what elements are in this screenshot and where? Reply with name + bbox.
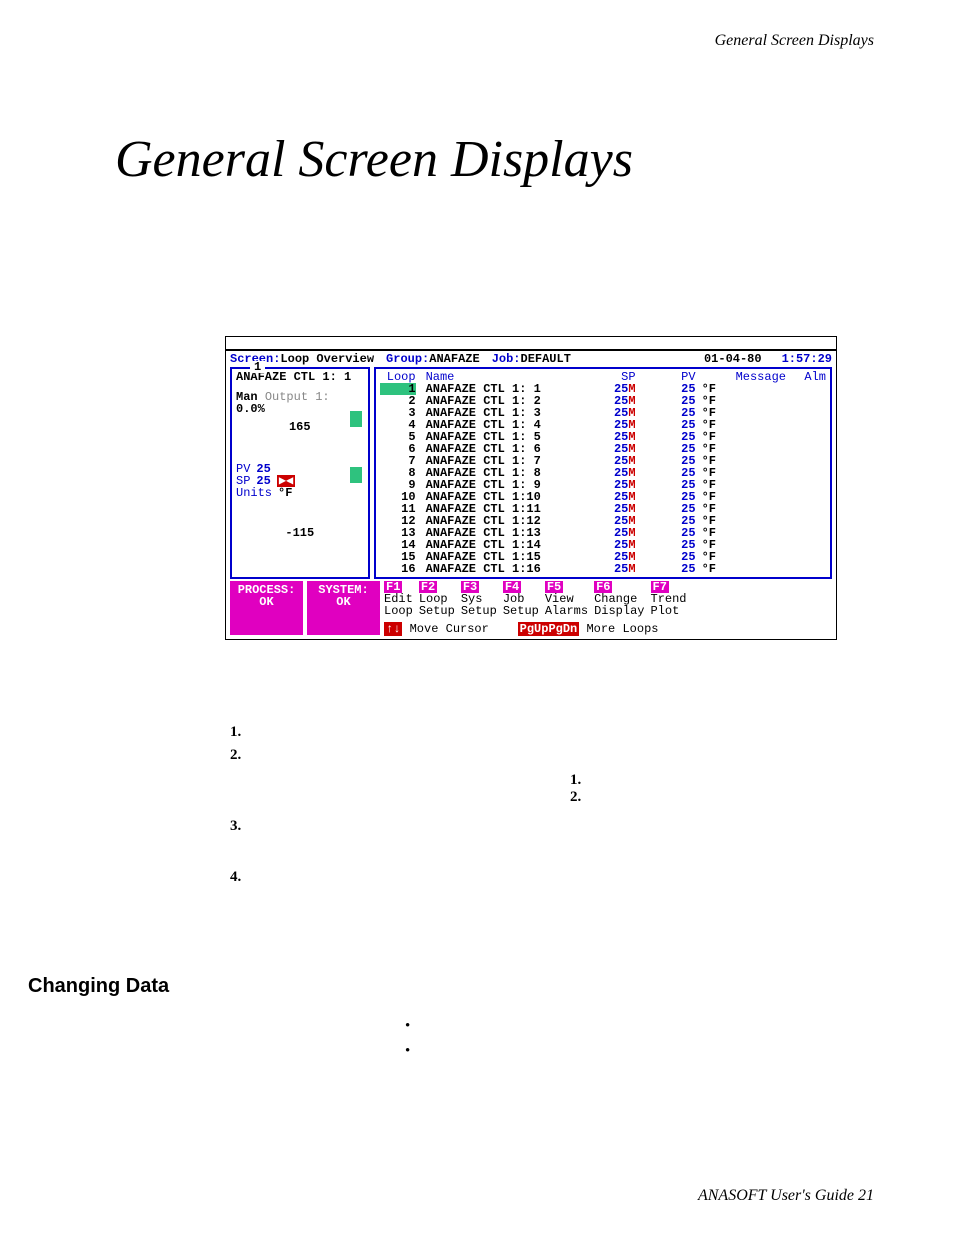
fkey-f4[interactable]: F4JobSetup <box>503 581 539 617</box>
fkey-f3[interactable]: F3SysSetup <box>461 581 497 617</box>
chapter-title: General Screen Displays <box>115 130 633 189</box>
pgup-pgdn-icon: PgUpPgDn <box>518 622 580 636</box>
figure-loop-overview: Screen:Loop Overview Group:ANAFAZE Job:D… <box>225 336 837 640</box>
numbered-sublist: 1. 2. <box>570 772 590 806</box>
page-footer: ANASOFT User's Guide 21 <box>698 1187 874 1205</box>
function-key-bar: F1EditLoopF2LoopSetupF3SysSetupF4JobSetu… <box>384 581 832 617</box>
running-header: General Screen Displays <box>715 32 874 50</box>
fkey-f6[interactable]: F6ChangeDisplay <box>594 581 644 617</box>
status-boxes: PROCESS:OK SYSTEM:OK <box>230 581 380 635</box>
section-heading: Changing Data <box>28 975 169 998</box>
fkey-f1[interactable]: F1EditLoop <box>384 581 413 617</box>
overview-row[interactable]: 16ANAFAZE CTL 1:1625M25°F <box>380 563 826 575</box>
overview-panel: Loop Name SP PV Message Alm 1ANAFAZE CTL… <box>374 367 832 579</box>
numbered-list: 1. 2. 3. 4. <box>230 724 250 892</box>
single-loop-panel: 1 ANAFAZE CTL 1: 1 Man Output 1: 0.0% 16… <box>230 367 370 579</box>
terminal-titlebar: Screen:Loop Overview Group:ANAFAZE Job:D… <box>226 351 836 367</box>
fkey-f5[interactable]: F5ViewAlarms <box>545 581 588 617</box>
fkey-f7[interactable]: F7TrendPlot <box>651 581 687 617</box>
arrow-keys-icon: ↑↓ <box>384 622 402 636</box>
fkey-f2[interactable]: F2LoopSetup <box>419 581 455 617</box>
bullet-list: • • <box>405 1018 419 1068</box>
